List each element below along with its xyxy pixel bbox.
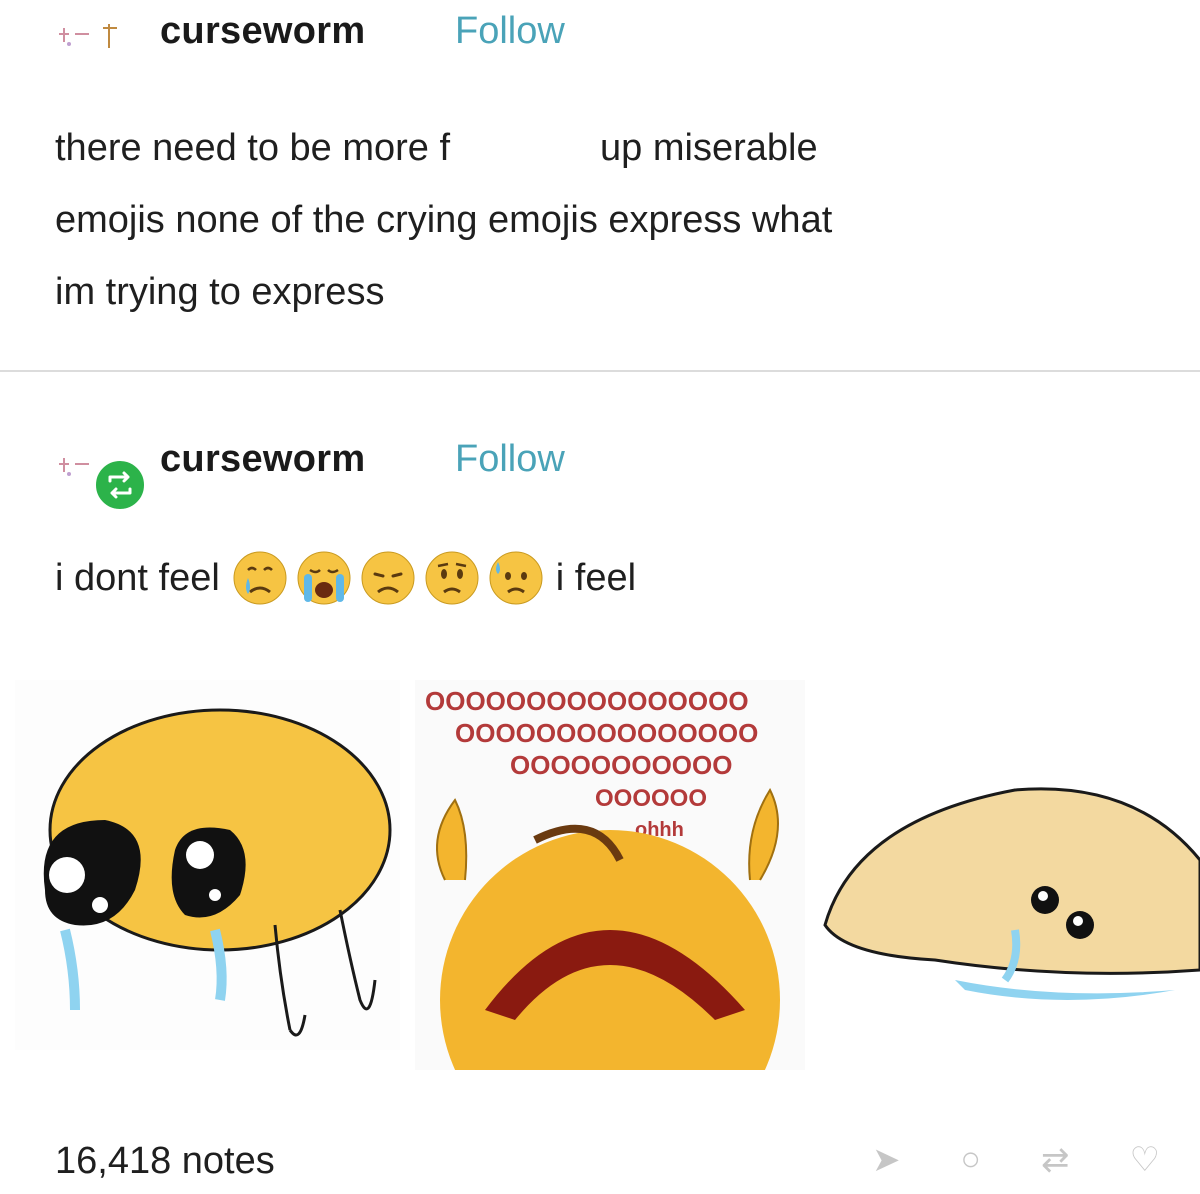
reply-icon[interactable]: ○ — [960, 1140, 981, 1180]
post-text-line3: im trying to express — [55, 271, 385, 313]
post-divider — [0, 370, 1200, 372]
ooo-line-4: OOOOOO — [595, 785, 707, 812]
worried-face-icon — [425, 551, 479, 605]
follow-button[interactable]: Follow — [455, 10, 565, 53]
follow-button[interactable]: Follow — [455, 438, 565, 481]
username[interactable]: curseworm — [160, 10, 365, 53]
sad-sweat-face-icon — [489, 551, 543, 605]
post-text-part1: there need to be more f — [55, 127, 451, 169]
post-actions: ➤ ○ ⇄ ♡ — [872, 1140, 1160, 1180]
post-text: there need to be more f up miserable emoj… — [55, 112, 1165, 328]
post-header: curseworm Follow — [0, 0, 1200, 60]
text-before-emojis: i dont feel — [55, 556, 220, 599]
reblog-action-icon[interactable]: ⇄ — [1041, 1140, 1070, 1180]
feel-line: i dont feel i feel — [55, 548, 636, 608]
reblog-icon — [93, 458, 147, 512]
ooo-line-1: OOOOOOOOOOOOOOOO — [425, 686, 749, 716]
crying-worm-image[interactable] — [15, 680, 400, 1050]
notes-count[interactable]: 16,418 notes — [55, 1140, 275, 1183]
emoji-row — [230, 548, 546, 608]
ooo-line-3: OOOOOOOOOOO — [510, 750, 732, 780]
ooo-line-2: OOOOOOOOOOOOOOO — [455, 718, 758, 748]
melted-puddle-image[interactable] — [815, 680, 1200, 1040]
text-after-emojis: i feel — [555, 556, 637, 599]
reblog-header: curseworm Follow — [0, 430, 1200, 490]
loudly-crying-face-icon — [297, 551, 351, 605]
wailing-emoji-image[interactable]: OOOOOOOOOOOOOOOO OOOOOOOOOOOOOOO OOOOOOO… — [415, 680, 805, 1070]
like-icon[interactable]: ♡ — [1130, 1140, 1160, 1180]
username[interactable]: curseworm — [160, 438, 365, 481]
post-text-line2: emojis none of the crying emojis express… — [55, 199, 833, 241]
post-text-part2: up miserable — [600, 127, 818, 169]
crying-face-icon — [233, 551, 287, 605]
disappointed-face-icon — [361, 551, 415, 605]
share-icon[interactable]: ➤ — [872, 1140, 901, 1180]
avatar-doodle-icon — [59, 24, 117, 48]
